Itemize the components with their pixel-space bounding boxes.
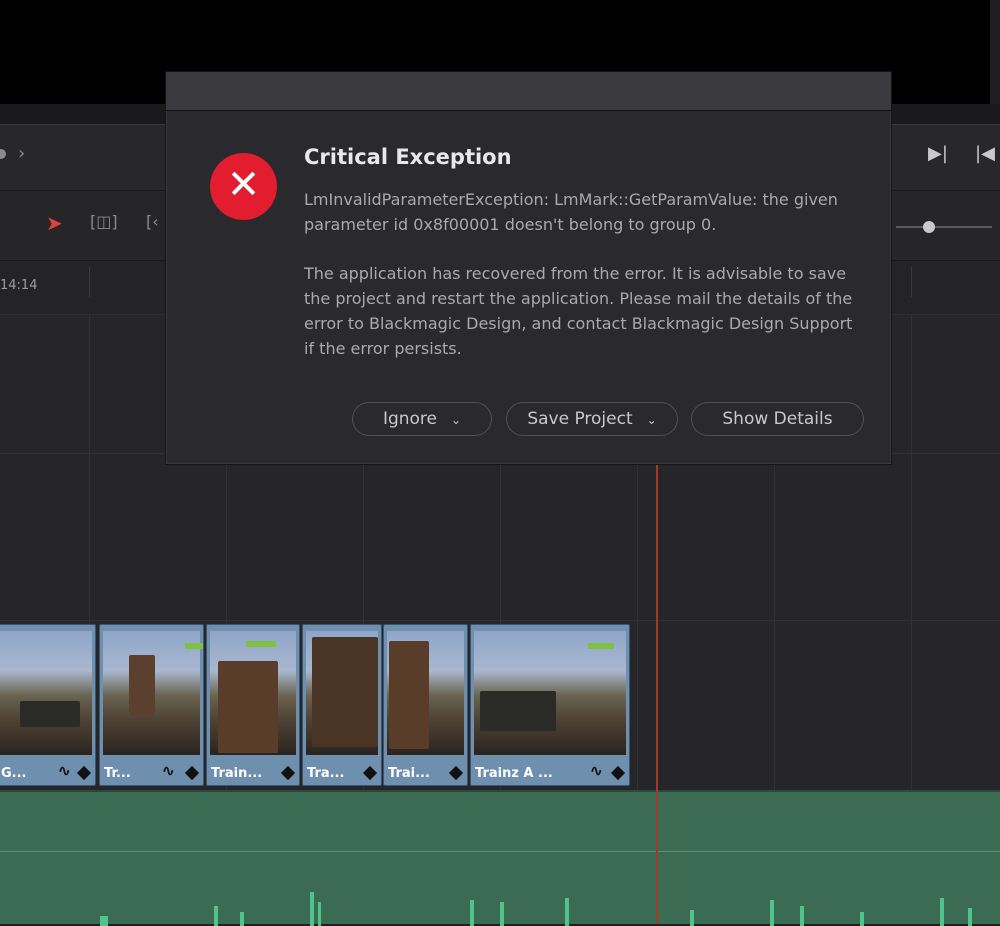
clip-label: Tra... (307, 766, 345, 781)
grid-line (911, 315, 912, 790)
keyframe-icon (448, 765, 464, 781)
save-project-button-label: Save Project (527, 409, 633, 429)
chevron-right-icon[interactable]: › (18, 143, 25, 164)
close-icon: ✕ (210, 153, 277, 220)
chevron-down-icon: ⌄ (646, 413, 657, 427)
curve-icon: ∿ (57, 761, 71, 780)
audio-level-line (0, 851, 1000, 852)
video-clip[interactable]: Trainz A ... ∿ (470, 624, 630, 786)
clip-label: Tr... (104, 766, 131, 781)
error-message: LmInvalidParameterException: LmMark::Get… (304, 190, 838, 234)
clip-thumbnail (0, 631, 92, 755)
clip-label: Trai... (388, 766, 430, 781)
video-clip[interactable]: Train... (206, 624, 300, 786)
audio-waveform (100, 892, 972, 926)
selection-tool-icon[interactable]: ➤ (46, 211, 63, 235)
curve-icon: ∿ (161, 761, 175, 780)
ignore-button-label: Ignore (382, 409, 437, 429)
clip-thumbnail (306, 631, 378, 755)
ruler-timecode: 14:14 (0, 278, 38, 293)
clip-label: G... (1, 766, 27, 781)
clip-thumbnail (387, 631, 464, 755)
clip-thumbnail (103, 631, 203, 755)
clip-thumbnail (474, 631, 626, 755)
keyframe-icon (184, 765, 200, 781)
video-clip[interactable]: Tra... (302, 624, 382, 786)
keyframe-icon (280, 765, 296, 781)
critical-exception-dialog: ✕ Critical Exception LmInvalidParameterE… (165, 71, 892, 465)
curve-icon: ∿ (589, 761, 603, 780)
dialog-title: Critical Exception (304, 145, 512, 169)
recovery-message: The application has recovered from the e… (304, 264, 853, 358)
clip-thumbnail (210, 631, 296, 755)
ruler-tick (89, 267, 90, 297)
audio-track[interactable] (0, 790, 1000, 926)
skip-end-icon[interactable]: |◀ (975, 143, 995, 164)
video-clip[interactable]: Trai... (383, 624, 468, 786)
dialog-titlebar[interactable] (166, 72, 891, 111)
video-clip[interactable]: G... ∿ (0, 624, 96, 786)
blade-tool-icon[interactable]: [‹ (146, 212, 159, 231)
save-project-button[interactable]: Save Project ⌄ (506, 402, 678, 436)
playhead[interactable] (656, 465, 658, 924)
dot-icon (0, 149, 6, 159)
video-clip[interactable]: Tr... ∿ (99, 624, 204, 786)
clip-label: Train... (211, 766, 263, 781)
ignore-button[interactable]: Ignore ⌄ (352, 402, 492, 436)
trim-tool-icon[interactable]: [◫] (90, 212, 118, 231)
keyframe-icon (76, 765, 92, 781)
keyframe-icon (362, 765, 378, 781)
chevron-down-icon: ⌄ (451, 413, 462, 427)
show-details-button[interactable]: Show Details (691, 402, 864, 436)
step-forward-icon[interactable]: ▶| (928, 143, 948, 164)
keyframe-icon (610, 765, 626, 781)
ruler-tick (911, 267, 912, 297)
clip-label: Trainz A ... (475, 766, 553, 781)
zoom-slider-handle[interactable] (923, 221, 935, 233)
zoom-slider[interactable] (896, 226, 992, 228)
show-details-button-label: Show Details (722, 409, 833, 429)
